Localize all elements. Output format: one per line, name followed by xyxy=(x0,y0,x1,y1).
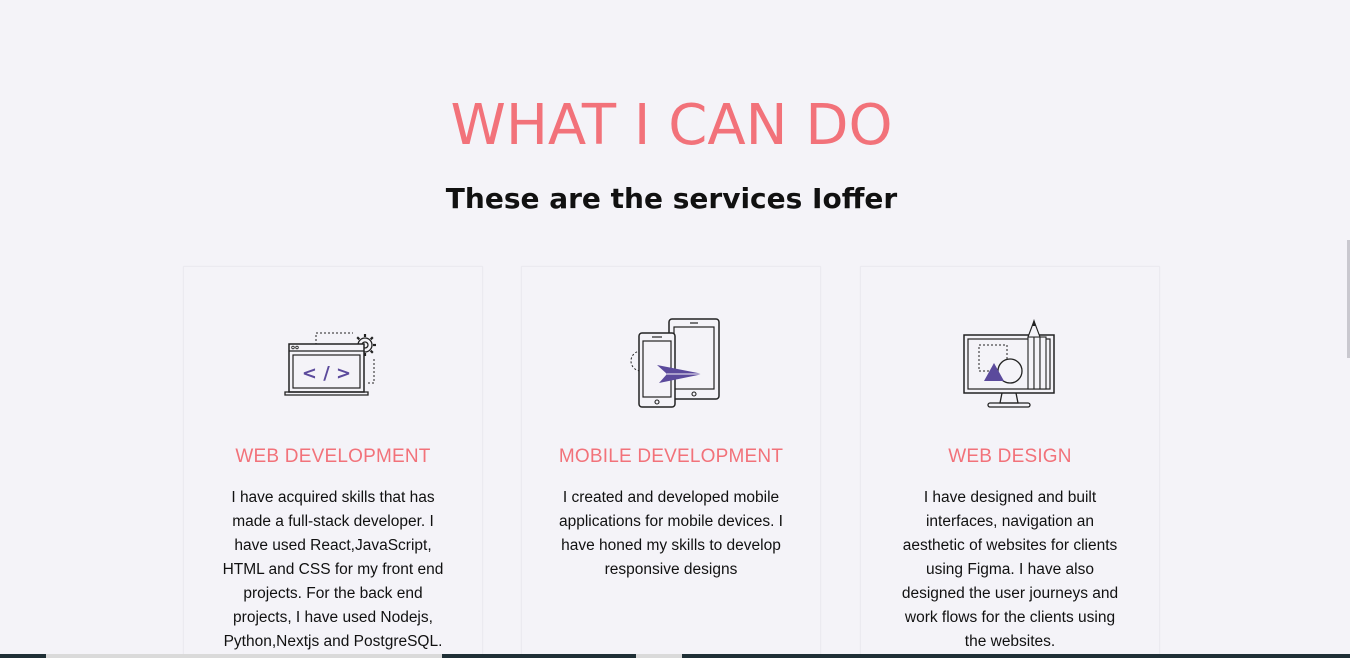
section-heading: WHAT I CAN DO xyxy=(450,93,893,158)
code-window-icon: < / > xyxy=(184,311,482,415)
service-title: WEB DEVELOPMENT xyxy=(235,446,431,467)
service-card-mobile-development: MOBILE DEVELOPMENT I created and develop… xyxy=(521,266,821,658)
service-title: MOBILE DEVELOPMENT xyxy=(558,446,784,467)
bottom-strip xyxy=(0,654,1350,658)
mobile-devices-icon xyxy=(522,311,820,415)
services-section: WHAT I CAN DO These are the services Iof… xyxy=(0,0,1350,658)
service-card-web-design: WEB DESIGN I have designed and built int… xyxy=(860,266,1160,658)
section-subheading: These are the services Ioffer xyxy=(445,182,898,215)
bottom-strip-segment xyxy=(636,654,682,658)
service-card-web-development: < / > WEB DEVELOPMENT I have acquired sk… xyxy=(183,266,483,658)
service-description: I created and developed mobile applicati… xyxy=(558,489,783,578)
service-title: WEB DESIGN xyxy=(948,446,1072,467)
service-description: I have designed and built interfaces, na… xyxy=(901,489,1119,650)
bottom-strip-segment xyxy=(46,654,442,658)
design-monitor-icon xyxy=(861,311,1159,415)
svg-text:< / >: < / > xyxy=(302,363,351,384)
service-description: I have acquired skills that has made a f… xyxy=(222,489,444,650)
